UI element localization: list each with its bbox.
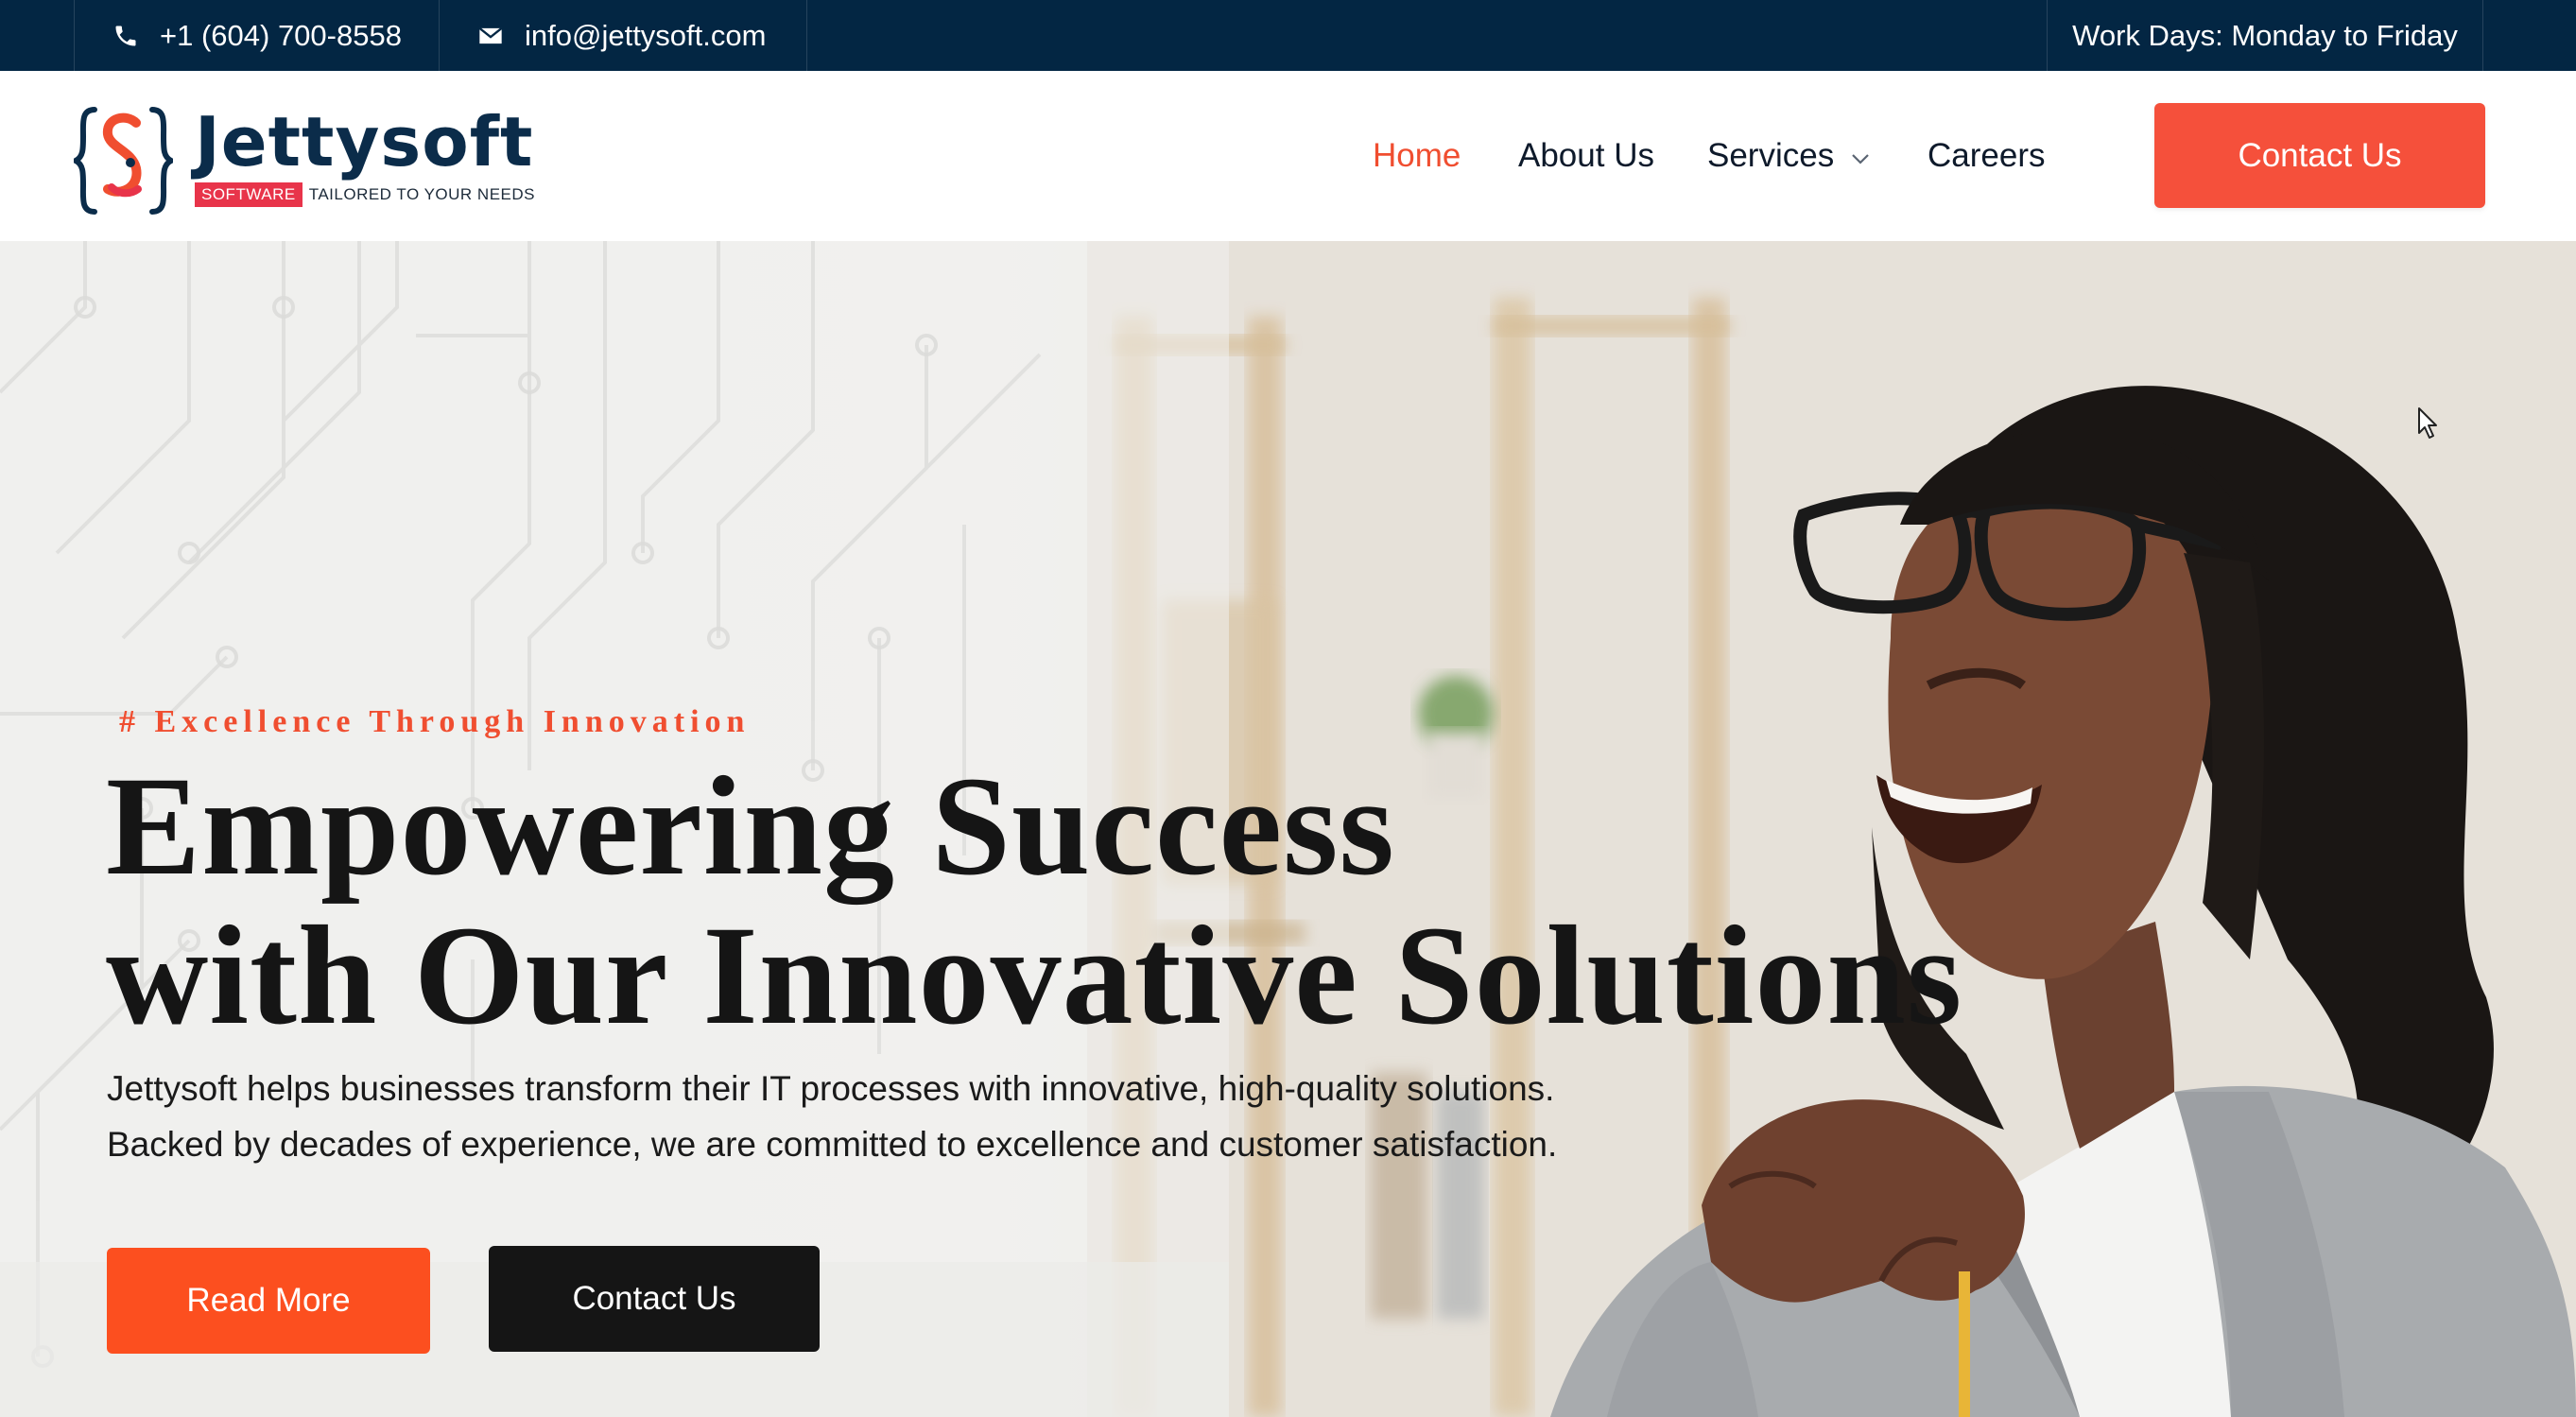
hero-section: # Excellence Through Innovation Empoweri… (0, 241, 2576, 1417)
nav-home[interactable]: Home (1373, 137, 1461, 175)
hero-headline-line1: Empowering Success (106, 748, 1395, 905)
email-address: info@jettysoft.com (525, 18, 767, 52)
logo-wordmark: Jettysoft (195, 102, 534, 181)
topbar-email[interactable]: info@jettysoft.com (439, 0, 807, 71)
topbar-workdays: Work Days: Monday to Friday (2047, 0, 2483, 71)
logo-tagline: SOFTWARE TAILORED TO YOUR NEEDS (195, 182, 535, 207)
mouse-pointer-icon (2418, 407, 2437, 439)
header-contact-button[interactable]: Contact Us (2154, 103, 2485, 208)
site-logo[interactable]: Jettysoft SOFTWARE TAILORED TO YOUR NEED… (74, 104, 534, 217)
phone-number: +1 (604) 700-8558 (160, 18, 402, 52)
logo-tag-highlight: SOFTWARE (195, 182, 303, 207)
nav-careers[interactable]: Careers (1928, 137, 2045, 175)
topbar-phone[interactable]: +1 (604) 700-8558 (74, 0, 439, 71)
hero-description-line1: Jettysoft helps businesses transform the… (107, 1069, 1555, 1108)
hero-description: Jettysoft helps businesses transform the… (107, 1061, 1557, 1172)
nav-services-label: Services (1707, 137, 1835, 174)
hero-eyebrow: # Excellence Through Innovation (119, 704, 751, 739)
workdays-text: Work Days: Monday to Friday (2072, 18, 2458, 52)
read-more-button[interactable]: Read More (107, 1248, 430, 1354)
chevron-down-icon (1852, 154, 1869, 164)
nav-services[interactable]: Services (1707, 137, 1872, 175)
hero-description-line2: Backed by decades of experience, we are … (107, 1125, 1558, 1164)
logo-tag-rest: TAILORED TO YOUR NEEDS (308, 185, 535, 203)
hero-headline: Empowering Success with Our Innovative S… (106, 752, 1962, 1050)
hero-contact-button[interactable]: Contact Us (489, 1246, 820, 1352)
site-header: Jettysoft SOFTWARE TAILORED TO YOUR NEED… (0, 71, 2576, 241)
hero-headline-line2: with Our Innovative Solutions (106, 897, 1963, 1054)
phone-icon (115, 26, 136, 45)
top-info-bar: +1 (604) 700-8558 info@jettysoft.com Wor… (0, 0, 2576, 71)
nav-about-us[interactable]: About Us (1518, 137, 1654, 175)
envelope-icon (478, 26, 503, 43)
logo-mark-icon (74, 107, 173, 215)
